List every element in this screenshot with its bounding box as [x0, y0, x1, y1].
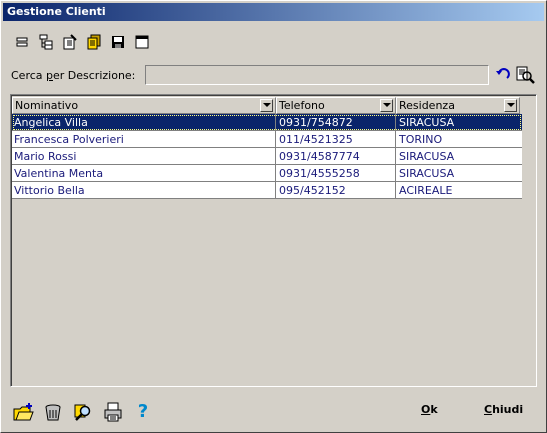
table-row[interactable]: Angelica Villa 0931/754872 SIRACUSA — [12, 114, 522, 131]
cell-residenza: SIRACUSA — [399, 167, 455, 180]
chevron-down-icon[interactable] — [504, 99, 517, 112]
close-button[interactable]: Chiudi — [484, 403, 523, 416]
table-row[interactable]: Mario Rossi 0931/4587774 SIRACUSA — [12, 148, 522, 165]
chevron-down-icon[interactable] — [380, 99, 393, 112]
column-header-label: Telefono — [279, 99, 325, 112]
cell-nominativo: Angelica Villa — [14, 116, 88, 129]
trash-icon[interactable] — [43, 402, 63, 422]
cell-residenza: TORINO — [399, 133, 443, 146]
table-row[interactable]: Vittorio Bella 095/452152 ACIREALE — [12, 182, 522, 199]
cell-telefono: 0931/4555258 — [279, 167, 360, 180]
tree-view-icon[interactable] — [37, 33, 55, 51]
ok-button[interactable]: Ok — [421, 403, 438, 416]
cell-telefono: 095/452152 — [279, 184, 346, 197]
cell-residenza: ACIREALE — [399, 184, 453, 197]
ok-rest: k — [430, 403, 438, 416]
grid-rows: Angelica Villa 0931/754872 SIRACUSA Fran… — [12, 114, 522, 199]
ok-accel: O — [421, 403, 431, 416]
cell-nominativo: Valentina Menta — [14, 167, 104, 180]
cell-telefono: 0931/754872 — [279, 116, 353, 129]
title-bar[interactable]: Gestione Clienti — [3, 3, 544, 21]
column-header-nominativo[interactable]: Nominativo — [12, 97, 276, 114]
table-row[interactable]: Francesca Polverieri 011/4521325 TORINO — [12, 131, 522, 148]
cell-residenza: SIRACUSA — [399, 116, 455, 129]
column-header-residenza[interactable]: Residenza — [396, 97, 520, 114]
new-folder-icon[interactable] — [13, 402, 34, 422]
search-label-accel: p — [46, 69, 53, 82]
edit-icon[interactable] — [61, 33, 79, 51]
window: Gestione Clienti Cerca per Descrizione: … — [0, 0, 547, 433]
save-icon[interactable] — [109, 33, 127, 51]
cell-nominativo: Mario Rossi — [14, 150, 77, 163]
cell-nominativo: Francesca Polverieri — [14, 133, 124, 146]
undo-icon[interactable] — [495, 67, 511, 83]
cell-telefono: 011/4521325 — [279, 133, 353, 146]
column-header-label: Nominativo — [15, 99, 79, 112]
close-rest: hiudi — [492, 403, 524, 416]
help-icon[interactable]: ? — [133, 402, 153, 422]
window-title: Gestione Clienti — [7, 5, 106, 18]
cell-nominativo: Vittorio Bella — [14, 184, 85, 197]
chevron-down-icon[interactable] — [260, 99, 273, 112]
table-row[interactable]: Valentina Menta 0931/4555258 SIRACUSA — [12, 165, 522, 182]
cell-residenza: SIRACUSA — [399, 150, 455, 163]
print-icon[interactable] — [103, 402, 123, 422]
column-header-telefono[interactable]: Telefono — [276, 97, 396, 114]
search-label-suffix: er Descrizione: — [53, 69, 136, 82]
search-label-prefix: Cerca — [11, 69, 47, 82]
search-label: Cerca per Descrizione: — [11, 69, 135, 82]
column-header-label: Residenza — [399, 99, 455, 112]
list-view-icon[interactable] — [13, 33, 31, 51]
cell-telefono: 0931/4587774 — [279, 150, 360, 163]
find-icon[interactable] — [515, 65, 535, 85]
clients-grid[interactable]: Nominativo Telefono Residenza Angelica V… — [10, 94, 537, 387]
close-accel: C — [484, 403, 493, 416]
search-input[interactable] — [145, 65, 489, 85]
search-icon[interactable] — [73, 402, 93, 422]
copy-icon[interactable] — [85, 33, 103, 51]
window-icon[interactable] — [133, 33, 151, 51]
